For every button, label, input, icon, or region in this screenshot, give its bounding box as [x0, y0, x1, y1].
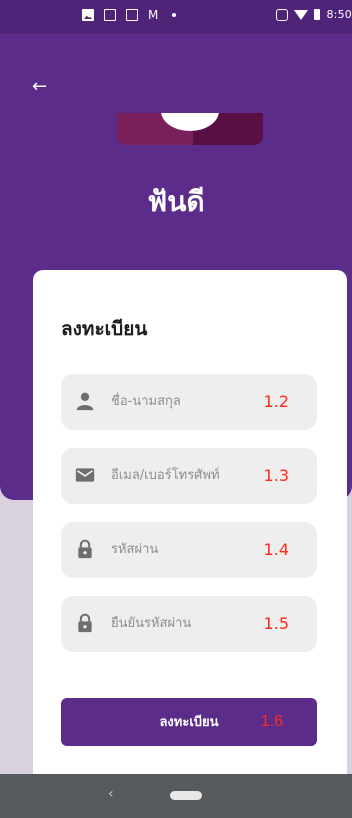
mail-icon	[75, 468, 95, 482]
email-phone-tag: 1.3	[263, 466, 289, 485]
navigation-bar: ‹	[0, 774, 352, 818]
password-placeholder: รหัสผ่าน	[111, 542, 159, 557]
confirm-password-tag: 1.5	[263, 614, 289, 633]
email-phone-field[interactable]: อีเมล/เบอร์โทรศัพท์ 1.3	[61, 448, 317, 504]
gmail-icon: M	[148, 8, 159, 22]
mail-out-icon	[126, 9, 138, 21]
wifi-icon	[294, 9, 309, 20]
register-button-tag: 1.6	[260, 713, 283, 730]
lock-icon	[78, 613, 92, 633]
battery-icon	[314, 9, 321, 20]
status-time: 8:50	[326, 8, 352, 21]
dot-icon	[172, 13, 177, 17]
fullname-tag: 1.2	[263, 392, 289, 411]
notification-icons: M	[82, 8, 177, 22]
system-icons: 8:50	[276, 8, 352, 21]
confirm-password-placeholder: ยืนยันรหัสผ่าน	[111, 616, 192, 631]
app-logo	[117, 113, 263, 145]
person-icon	[76, 392, 94, 411]
status-bar: M 8:50	[0, 0, 352, 34]
register-card: ลงทะเบียน ชื่อ-นามสกุล 1.2 อีเมล/เบอร์โท…	[33, 270, 347, 790]
back-arrow-icon[interactable]: ←	[32, 78, 47, 96]
lock-icon	[78, 539, 92, 559]
screen: M 8:50 ← ฟันดี ลงทะเบียน ชื่อ-นามสกุล 1.…	[0, 0, 352, 818]
register-title: ลงทะเบียน	[61, 318, 148, 340]
email-phone-placeholder: อีเมล/เบอร์โทรศัพท์	[111, 468, 220, 483]
password-tag: 1.4	[263, 540, 289, 559]
fullname-field[interactable]: ชื่อ-นามสกุล 1.2	[61, 374, 317, 430]
nav-back-icon[interactable]: ‹	[108, 786, 114, 802]
document-icon	[104, 9, 116, 21]
fullname-placeholder: ชื่อ-นามสกุล	[111, 394, 181, 409]
image-icon	[82, 9, 94, 21]
vibrate-icon	[276, 8, 289, 21]
confirm-password-field[interactable]: ยืนยันรหัสผ่าน 1.5	[61, 596, 317, 652]
register-button[interactable]: ลงทะเบียน 1.6	[61, 698, 317, 746]
app-title: ฟันดี	[147, 185, 205, 218]
password-field[interactable]: รหัสผ่าน 1.4	[61, 522, 317, 578]
nav-home-pill[interactable]	[170, 791, 202, 800]
